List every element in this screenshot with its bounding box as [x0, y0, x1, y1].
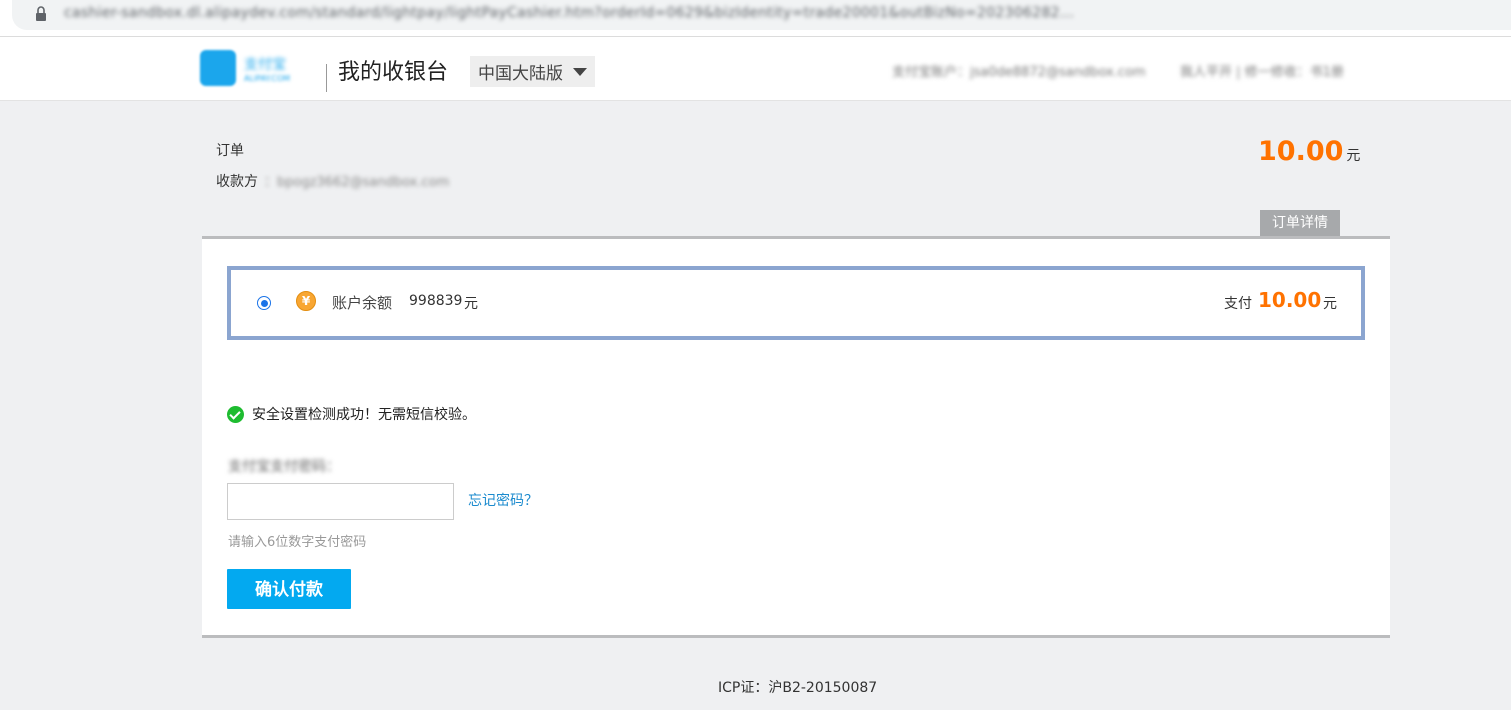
alipay-logo[interactable]: 支付宝 ALIPAY.COM [200, 50, 312, 88]
coin-icon: ¥ [296, 291, 316, 311]
password-label: 支付宝支付密码： [228, 459, 340, 475]
check-circle-icon [227, 405, 244, 423]
confirm-payment-button[interactable]: 确认付款 [227, 569, 351, 609]
header-divider [326, 64, 327, 92]
alipay-logo-icon [200, 50, 236, 86]
pay-unit: 元 [1323, 296, 1337, 312]
order-amount: 10.00 元 [1258, 136, 1360, 167]
region-label: 中国大陆版 [478, 64, 563, 84]
radio-selected-icon[interactable] [257, 296, 271, 310]
url-text: cashier-sandbox.dl.alipaydev.com/standar… [64, 5, 1075, 21]
pay-label: 支付 [1224, 296, 1252, 312]
order-label: 订单 [216, 143, 244, 159]
payee-row: 收款方 ：bpogz3662@sandbox.com [216, 171, 449, 191]
page-header: 支付宝 ALIPAY.COM 我的收银台 中国大陆版 支付宝账户：jsa0de8… [0, 37, 1511, 101]
payee-label: 收款方 [216, 174, 258, 190]
order-details-tab[interactable]: 订单详情 [1260, 210, 1340, 236]
region-select[interactable]: 中国大陆版 [470, 56, 595, 87]
balance-label: 账户余额 [332, 294, 393, 312]
logo-subtext: ALIPAY.COM [244, 74, 291, 83]
order-amount-unit: 元 [1346, 148, 1361, 164]
account-info: 支付宝账户：jsa0de8872@sandbox.com [892, 65, 1146, 80]
password-hint: 请输入6位数字支付密码 [228, 535, 367, 550]
security-check-row: 安全设置检测成功！无需短信校验。 [227, 404, 476, 424]
footer-icp: ICP证：沪B2-20150087 [718, 680, 878, 696]
payment-method-balance[interactable]: ¥ 账户余额 998839 元 支付 10.00 元 [227, 266, 1365, 340]
site-title: 我的收银台 [338, 60, 449, 85]
payee-value: ：bpogz3662@sandbox.com [264, 175, 450, 190]
pay-amount: 10.00 [1258, 288, 1322, 312]
security-message: 安全设置检测成功！无需短信校验。 [252, 407, 476, 423]
forgot-password-link[interactable]: 忘记密码？ [468, 490, 538, 510]
password-input[interactable] [227, 483, 454, 520]
balance-unit: 元 [464, 296, 478, 312]
order-amount-value: 10.00 [1258, 136, 1344, 167]
caret-down-icon [573, 68, 587, 76]
logo-text: 支付宝 [244, 57, 286, 73]
lock-icon [36, 6, 46, 21]
payment-panel: ¥ 账户余额 998839 元 支付 10.00 元 安全设置检测成功！无需短信… [202, 236, 1390, 638]
balance-value: 998839 [409, 293, 463, 309]
address-field[interactable]: cashier-sandbox.dl.alipaydev.com/standar… [12, 0, 1511, 30]
browser-address-bar: cashier-sandbox.dl.alipaydev.com/standar… [0, 0, 1511, 37]
header-links[interactable]: 我人平开 | 修一修收：书1册 [1180, 61, 1344, 80]
